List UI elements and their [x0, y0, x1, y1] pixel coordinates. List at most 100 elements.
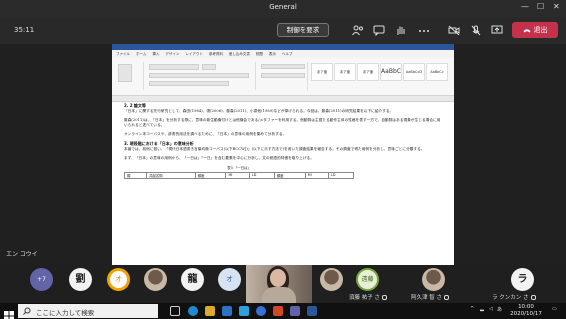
font-format-row — [149, 73, 249, 78]
search-placeholder: ここに入力して検索 — [36, 309, 95, 317]
style-preset: あア亜 — [357, 63, 379, 81]
participant-name: 須藤 祐子 さ — [349, 293, 387, 301]
ribbon-tab: ファイル — [116, 51, 130, 56]
ribbon-tab: 表示 — [268, 51, 276, 56]
participant-name-text: ラ クンカン さ — [492, 295, 529, 301]
paragraph-group — [258, 62, 308, 90]
list-buttons — [261, 64, 305, 69]
taskbar-clock[interactable]: 10:00 2020/10/17 — [506, 304, 546, 318]
meeting-toolbar: 35:11 制御を要求 退出 — [0, 17, 566, 44]
clock-time: 10:00 — [518, 304, 534, 310]
windows-start-icon[interactable] — [4, 306, 14, 319]
request-control-button[interactable]: 制御を要求 — [277, 23, 329, 37]
avatar[interactable] — [422, 268, 445, 291]
mic-off-icon — [444, 295, 449, 300]
table-header: LD — [328, 171, 354, 179]
table-header: MI — [225, 171, 250, 179]
taskbar-search-box[interactable]: ここに入力して検索 — [18, 304, 158, 318]
mail-icon[interactable] — [239, 306, 249, 316]
maximize-icon[interactable]: ☐ — [537, 2, 544, 11]
table-header: 頻度 — [273, 171, 306, 179]
paste-icon — [118, 64, 132, 82]
table-header: 順 — [124, 171, 147, 179]
minimize-icon[interactable]: — — [521, 2, 529, 11]
participant-name-text: 阿久津 智 さ — [411, 295, 442, 301]
more-actions-icon[interactable] — [418, 25, 430, 36]
more-participants-badge[interactable]: +7 — [30, 268, 53, 291]
style-preset: AaBbCc — [426, 63, 448, 81]
ribbon-tab: デザイン — [165, 51, 180, 56]
close-icon[interactable]: ✕ — [553, 2, 560, 11]
chrome-icon[interactable] — [256, 306, 266, 316]
table-caption: 表3 「一日は」 — [227, 165, 251, 170]
ime-indicator[interactable]: あ — [497, 306, 502, 313]
windows-taskbar: ここに入力して検索 ^ ▂ ◁ あ 10:00 2020/10/17 ▭ — [0, 303, 566, 319]
data-table: 順 共起名詞 頻度 MI LD 頻度 MI LD — [124, 171, 354, 179]
avatar[interactable]: 遠藤 — [356, 268, 379, 291]
avatar[interactable]: 劉 — [69, 268, 92, 291]
ribbon-tab: 参考資料 — [208, 51, 223, 56]
ribbon-tab: レイアウト — [185, 51, 203, 56]
clock-date: 2020/10/17 — [510, 311, 542, 317]
table-header: MI — [304, 171, 330, 179]
ribbon-tab: ヘルプ — [281, 51, 293, 56]
share-screen-icon[interactable] — [491, 25, 503, 36]
table-header: LD — [248, 171, 275, 179]
style-preset: AaBbCcD — [403, 63, 425, 81]
meeting-timer: 35:11 — [14, 26, 35, 34]
font-group — [146, 62, 256, 90]
align-buttons — [261, 73, 305, 78]
leave-button[interactable]: 退出 — [512, 22, 558, 38]
participants-strip: +7 劉 オ 龍 オ 遠藤 須藤 祐子 さ 阿久津 智 さ ラ ラ クンカン さ — [0, 265, 566, 303]
paragraph: 本論では、前例に倣い、「現代日本語書き言葉均衡コーパス(以下BCCWJ)」(以下… — [124, 147, 425, 152]
avatar[interactable]: 龍 — [181, 268, 204, 291]
notification-icon[interactable]: ▭ — [552, 306, 557, 312]
task-view-icon[interactable] — [170, 306, 180, 316]
powerpoint-icon[interactable] — [273, 306, 283, 316]
title-bar: General — ☐ ✕ — [0, 0, 566, 17]
ribbon-tab: 校閲 — [255, 51, 263, 56]
avatar[interactable] — [144, 268, 167, 291]
shared-screen-stage: ファイル ホーム 挿入 デザイン レイアウト 参考資料 差し込み文書 校閲 表示… — [0, 44, 566, 265]
teams-icon[interactable] — [290, 306, 300, 316]
raise-hand-icon[interactable] — [395, 25, 407, 36]
store-icon[interactable] — [222, 306, 232, 316]
chat-icon[interactable] — [373, 25, 385, 36]
participants-icon[interactable] — [352, 25, 364, 36]
word-icon[interactable] — [307, 306, 317, 316]
participant-name: ラ クンカン さ — [492, 293, 536, 301]
ribbon-tab: 挿入 — [152, 51, 160, 56]
tray-chevron-icon[interactable]: ^ — [470, 306, 474, 312]
phone-hangup-icon — [523, 28, 530, 32]
style-preset: あア亜 — [334, 63, 356, 81]
file-explorer-icon[interactable] — [205, 306, 215, 316]
avatar[interactable]: オ — [107, 268, 130, 291]
camera-off-icon[interactable] — [448, 25, 460, 36]
ribbon-tab: 差し込み文書 — [228, 51, 250, 56]
participant-name-text: 須藤 祐子 さ — [349, 295, 380, 301]
paragraph: まず、「日本」の意味の用例から、「一日は」「一日」を含む要素を中心に分析し、文の… — [124, 155, 315, 160]
font-size-box — [202, 64, 216, 70]
mic-off-icon — [382, 295, 387, 300]
volume-icon[interactable]: ◁ — [489, 306, 493, 312]
clipboard-group — [114, 62, 144, 90]
participant-video[interactable] — [246, 265, 312, 303]
font-color-row — [149, 81, 229, 86]
table-header: 頻度 — [194, 171, 227, 179]
leave-label: 退出 — [533, 26, 548, 34]
browser-icon[interactable] — [188, 306, 198, 316]
mic-off-icon[interactable] — [470, 25, 482, 36]
avatar[interactable]: ラ — [511, 268, 534, 291]
table-header-row: 順 共起名詞 頻度 MI LD 頻度 MI LD — [124, 171, 354, 179]
word-ribbon: あア亜 あア亜 あア亜 AaBbC AaBbCcD AaBbCc — [112, 58, 454, 96]
ribbon-tab: ホーム — [136, 51, 147, 56]
avatar[interactable] — [320, 268, 343, 291]
avatar[interactable]: オ — [218, 268, 241, 291]
style-preset: AaBbC — [380, 63, 402, 81]
window-title: General — [269, 3, 297, 11]
search-icon — [23, 307, 31, 315]
document-body: 2. 2 論文等 「日本」に関する先行研究として、森田(1984)、張(2006… — [120, 102, 446, 265]
font-name-box — [149, 64, 199, 70]
network-icon[interactable]: ▂ — [480, 306, 484, 312]
shared-word-document: ファイル ホーム 挿入 デザイン レイアウト 参考資料 差し込み文書 校閲 表示… — [112, 44, 454, 265]
